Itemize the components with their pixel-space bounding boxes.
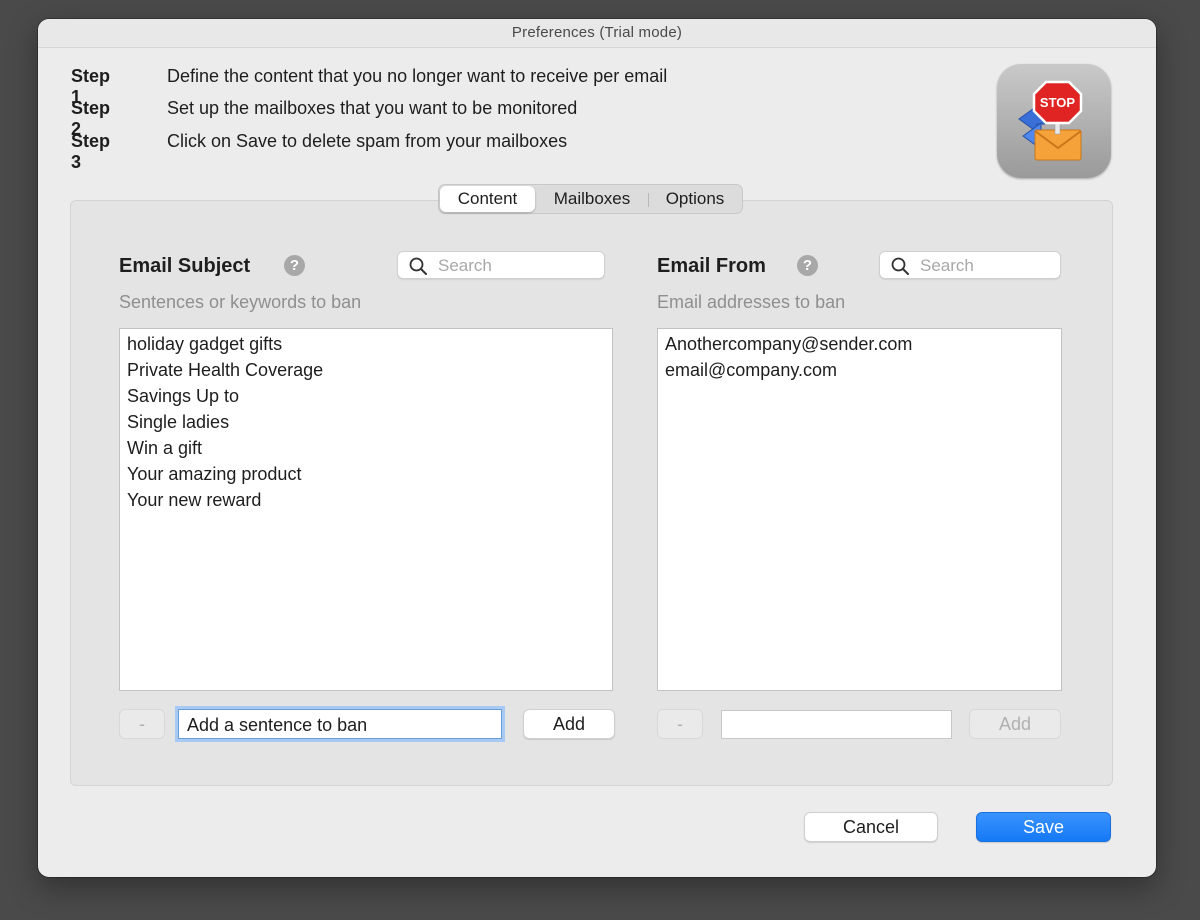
email-from-add-field [721,710,952,739]
tab-mailboxes[interactable]: Mailboxes [542,186,642,212]
email-subject-search [397,251,605,279]
list-item[interactable]: Single ladies [120,409,612,435]
email-from-heading: Email From [657,255,766,277]
step-1-text: Define the content that you no longer wa… [167,66,668,86]
search-icon [891,257,909,275]
email-subject-add-button[interactable]: Add [523,709,615,739]
list-item[interactable]: Your new reward [120,487,612,513]
preferences-window: Preferences (Trial mode) Step 1 Define t… [38,19,1156,877]
stop-mail-icon: STOP [997,64,1111,178]
list-item[interactable]: Private Health Coverage [120,357,612,383]
email-from-remove-button[interactable]: - [657,709,703,739]
list-item[interactable]: email@company.com [658,357,1061,383]
email-subject-remove-button[interactable]: - [119,709,165,739]
email-subject-search-input[interactable] [436,255,602,277]
email-subject-subtext: Sentences or keywords to ban [119,292,362,312]
step-2-text: Set up the mailboxes that you want to be… [167,98,578,118]
title-bar[interactable]: Preferences (Trial mode) [38,19,1156,48]
save-button[interactable]: Save [976,812,1111,842]
tab-options[interactable]: Options [654,186,736,212]
email-subject-list[interactable]: holiday gadget gifts Private Health Cove… [119,328,613,691]
email-from-help-button[interactable]: ? [797,255,818,276]
tab-separator [648,193,649,207]
list-item[interactable]: Anothercompany@sender.com [658,331,1061,357]
email-from-search-input[interactable] [918,255,1058,277]
list-item[interactable]: Your amazing product [120,461,612,487]
tab-bar: Content Mailboxes Options [438,184,743,214]
email-from-add-input[interactable] [728,714,949,738]
window-title: Preferences (Trial mode) [511,24,683,41]
email-from-list[interactable]: Anothercompany@sender.com email@company.… [657,328,1062,691]
email-from-subtext: Email addresses to ban [657,292,846,312]
email-subject-add-input[interactable] [185,713,499,737]
list-item[interactable]: Win a gift [120,435,612,461]
email-subject-add-field [178,709,502,739]
email-subject-help-button[interactable]: ? [284,255,305,276]
cancel-button[interactable]: Cancel [804,812,938,842]
list-item[interactable]: holiday gadget gifts [120,331,612,357]
stop-sign-text: STOP [1040,95,1075,110]
list-item[interactable]: Savings Up to [120,383,612,409]
email-subject-heading: Email Subject [119,255,251,277]
email-from-add-button[interactable]: Add [969,709,1061,739]
stop-mail-icon-graphic: STOP [1018,80,1083,161]
step-3-label: Step 3 [71,131,111,172]
tab-content[interactable]: Content [440,186,535,212]
step-3-text: Click on Save to delete spam from your m… [167,131,568,151]
search-icon [409,257,427,275]
email-from-search [879,251,1061,279]
